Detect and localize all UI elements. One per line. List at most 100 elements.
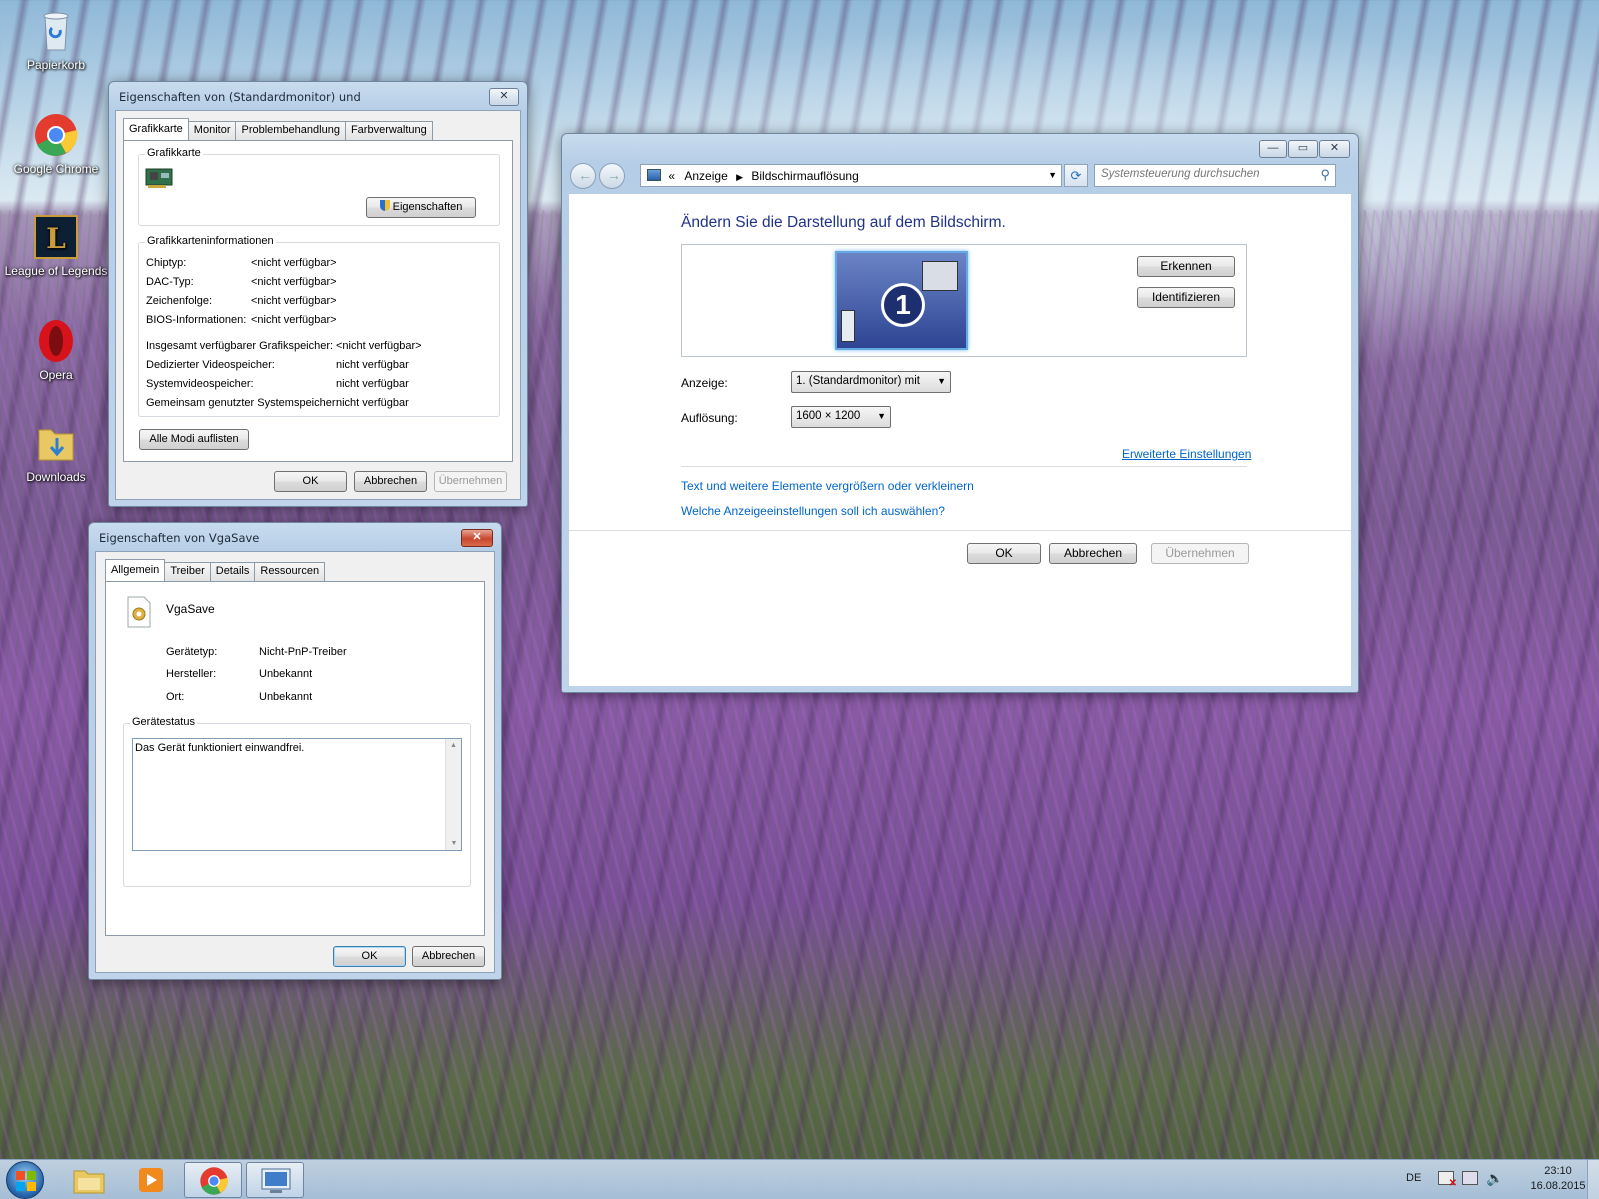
close-button[interactable]: ✕ bbox=[1319, 140, 1350, 158]
desktop-icon-label: League of Legends bbox=[4, 264, 108, 278]
dialog-body: Grafikkarte Monitor Problembehandlung Fa… bbox=[115, 110, 521, 500]
tab-allgemein[interactable]: Allgemein bbox=[105, 559, 166, 581]
tab-details[interactable]: Details bbox=[209, 562, 256, 581]
media-player-icon bbox=[139, 1168, 163, 1192]
taskbar-chrome[interactable] bbox=[184, 1162, 242, 1198]
maximize-button[interactable]: ▭ bbox=[1288, 140, 1318, 158]
scrollbar[interactable]: ▲ ▼ bbox=[445, 739, 461, 850]
show-desktop-button[interactable] bbox=[1587, 1160, 1599, 1199]
monitor-number-badge: 1 bbox=[881, 283, 925, 327]
adapter-properties-button[interactable]: Eigenschaften bbox=[366, 197, 476, 218]
device-status-text: Das Gerät funktioniert einwandfrei. bbox=[135, 742, 305, 754]
device-value: Unbekannt bbox=[259, 691, 313, 703]
memory-label: Insgesamt verfügbarer Grafikspeicher: bbox=[146, 340, 334, 352]
tab-farbverwaltung[interactable]: Farbverwaltung bbox=[344, 121, 433, 140]
taskbar-explorer[interactable] bbox=[60, 1162, 118, 1198]
device-label: Hersteller: bbox=[166, 668, 217, 680]
ok-button[interactable]: OK bbox=[333, 946, 406, 967]
tab-problembehandlung[interactable]: Problembehandlung bbox=[235, 121, 346, 140]
volume-icon[interactable]: 🔈 bbox=[1486, 1170, 1503, 1187]
info-value: <nicht verfügbar> bbox=[251, 295, 337, 307]
minimize-button[interactable]: — bbox=[1259, 140, 1287, 158]
display-select-value: 1. (Standardmonitor) mit bbox=[796, 375, 920, 387]
chevron-down-icon: ▼ bbox=[937, 376, 946, 386]
close-button[interactable]: ✕ bbox=[461, 529, 493, 547]
identify-button[interactable]: Identifizieren bbox=[1137, 287, 1235, 308]
monitor-preview-panel: 1 Erkennen Identifizieren bbox=[681, 244, 1247, 357]
cancel-button[interactable]: Abbrechen bbox=[1049, 543, 1137, 564]
taskbar-media-player[interactable] bbox=[122, 1162, 180, 1198]
tab-ressourcen[interactable]: Ressourcen bbox=[254, 562, 326, 581]
scroll-up-icon: ▲ bbox=[450, 742, 457, 749]
title-bar[interactable]: Eigenschaften von VgaSave ✕ bbox=[89, 523, 501, 553]
display-select[interactable]: 1. (Standardmonitor) mit ▼ bbox=[791, 371, 951, 393]
desktop-icon-chrome[interactable]: Google Chrome bbox=[4, 112, 108, 176]
desktop-icon-opera[interactable]: Opera bbox=[4, 318, 108, 382]
apply-button[interactable]: Übernehmen bbox=[434, 471, 507, 492]
close-button[interactable]: ✕ bbox=[489, 88, 519, 106]
desktop-icon-downloads[interactable]: Downloads bbox=[4, 420, 108, 484]
folder-downloads-icon bbox=[33, 420, 79, 466]
ok-button[interactable]: OK bbox=[967, 543, 1041, 564]
taskbar-control-panel[interactable] bbox=[246, 1162, 304, 1198]
graphics-card-icon bbox=[145, 165, 175, 194]
list-all-modes-button[interactable]: Alle Modi auflisten bbox=[139, 429, 249, 450]
language-indicator[interactable]: DE bbox=[1406, 1172, 1421, 1184]
text-size-link[interactable]: Text und weitere Elemente vergrößern ode… bbox=[681, 479, 974, 493]
info-label: Chiptyp: bbox=[146, 257, 187, 269]
start-button[interactable] bbox=[6, 1161, 44, 1199]
error-x-icon: ✕ bbox=[1448, 1178, 1457, 1189]
title-bar[interactable]: — ▭ ✕ bbox=[562, 134, 1358, 164]
detect-button[interactable]: Erkennen bbox=[1137, 256, 1235, 277]
refresh-icon[interactable]: ⟳ bbox=[1064, 164, 1088, 187]
recycle-bin-icon bbox=[33, 8, 79, 54]
search-icon[interactable]: ⚲ bbox=[1320, 167, 1330, 183]
chevron-down-icon: ▼ bbox=[877, 411, 886, 421]
advanced-settings-link[interactable]: Erweiterte Einstellungen bbox=[1122, 447, 1251, 461]
device-status-textbox[interactable]: Das Gerät funktioniert einwandfrei. ▲ ▼ bbox=[132, 738, 462, 851]
monitor-1-thumbnail[interactable]: 1 bbox=[835, 251, 968, 350]
window-thumbnail-icon bbox=[922, 261, 958, 291]
display-help-link[interactable]: Welche Anzeigeeinstellungen soll ich aus… bbox=[681, 504, 945, 518]
desktop-icon-label: Opera bbox=[39, 368, 73, 382]
device-name: VgaSave bbox=[166, 602, 215, 616]
breadcrumb-resolution[interactable]: Bildschirmauflösung bbox=[751, 169, 858, 183]
address-bar[interactable]: « Anzeige ▶ Bildschirmauflösung ▼ bbox=[640, 164, 1062, 187]
search-box[interactable]: ⚲ bbox=[1094, 164, 1336, 187]
breadcrumb-overflow[interactable]: « bbox=[668, 169, 675, 183]
search-input[interactable] bbox=[1101, 168, 1301, 180]
resolution-label: Auflösung: bbox=[681, 411, 738, 425]
apply-button[interactable]: Übernehmen bbox=[1151, 543, 1249, 564]
title-bar[interactable]: Eigenschaften von (Standardmonitor) und … bbox=[109, 82, 527, 112]
windows-logo-icon bbox=[16, 1171, 36, 1191]
ok-button[interactable]: OK bbox=[274, 471, 347, 492]
scroll-down-icon: ▼ bbox=[450, 840, 458, 847]
tab-grafikkarte[interactable]: Grafikkarte bbox=[123, 118, 189, 140]
memory-label: Gemeinsam genutzter Systemspeicher: bbox=[146, 397, 339, 409]
desktop-icon-league[interactable]: L League of Legends bbox=[4, 214, 108, 278]
cancel-button[interactable]: Abbrechen bbox=[354, 471, 427, 492]
resolution-select[interactable]: 1600 × 1200 ▼ bbox=[791, 406, 891, 428]
tab-strip: Allgemein Treiber Details Ressourcen bbox=[105, 559, 326, 581]
network-icon[interactable] bbox=[1462, 1171, 1478, 1185]
info-value: <nicht verfügbar> bbox=[251, 314, 337, 326]
tab-treiber[interactable]: Treiber bbox=[164, 562, 211, 581]
monitor-properties-window: Eigenschaften von (Standardmonitor) und … bbox=[108, 81, 528, 507]
divider bbox=[569, 530, 1351, 531]
group-title: Grafikkarteninformationen bbox=[145, 235, 276, 247]
group-title: Grafikkarte bbox=[145, 147, 203, 159]
clock[interactable]: 23:10 16.08.2015 bbox=[1530, 1164, 1586, 1194]
display-resolution-window: — ▭ ✕ ← → « Anzeige ▶ Bildschirmauflösun… bbox=[561, 133, 1359, 693]
desktop-icon-recycle-bin[interactable]: Papierkorb bbox=[4, 8, 108, 72]
forward-button[interactable]: → bbox=[599, 163, 625, 189]
back-button[interactable]: ← bbox=[570, 163, 596, 189]
opera-icon bbox=[33, 318, 79, 364]
shield-icon bbox=[379, 200, 390, 211]
action-center-icon[interactable]: ✕ bbox=[1438, 1171, 1457, 1189]
breadcrumb-anzeige[interactable]: Anzeige bbox=[684, 169, 727, 183]
address-dropdown-icon[interactable]: ▼ bbox=[1048, 170, 1057, 180]
cancel-button[interactable]: Abbrechen bbox=[412, 946, 485, 967]
dialog-body: Allgemein Treiber Details Ressourcen Vga… bbox=[95, 551, 495, 973]
breadcrumb-separator-icon: ▶ bbox=[736, 172, 744, 182]
tab-monitor[interactable]: Monitor bbox=[187, 121, 237, 140]
